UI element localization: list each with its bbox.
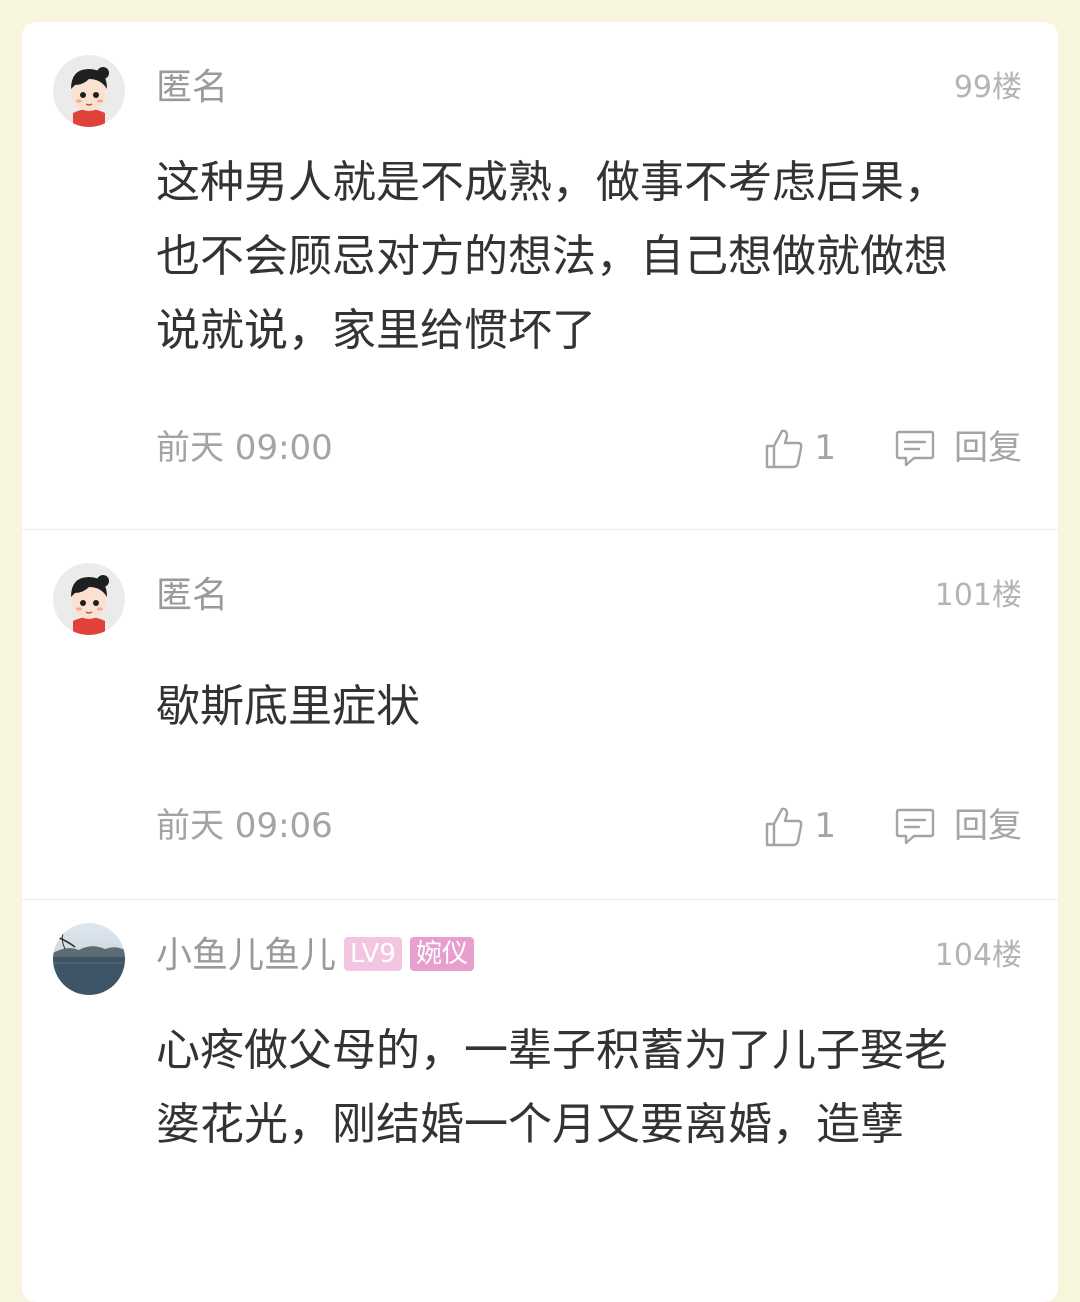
thumbs-up-icon (766, 807, 803, 847)
comment-text: 心疼做父母的，一辈子积蓄为了儿子娶老婆花光，刚结婚一个月又要离婚，造孽 (156, 1025, 948, 1150)
like-count: 1 (814, 806, 836, 846)
username[interactable]: 匿名 (156, 68, 228, 108)
comment-bubble-icon (895, 808, 935, 845)
comment-bubble-icon (895, 430, 935, 467)
reply-button[interactable]: 回复 (894, 804, 1022, 848)
username-row: 小鱼儿鱼儿 LV9 婉仪 (156, 936, 474, 976)
comment-list-card: 匿名 99楼 这种男人就是不成熟，做事不考虑后果，也不会顾忌对方的想法，自己想做… (22, 22, 1058, 1302)
comment-text: 歇斯底里症状 (156, 681, 420, 732)
like-button[interactable]: 1 (764, 426, 836, 470)
comment-meta: 前天 09:00 1 回复 (156, 426, 1022, 470)
comment-time: 前天 09:00 (156, 428, 333, 468)
comment-item: 匿名 101楼 歇斯底里症状 前天 09:06 1 回复 (22, 530, 1058, 900)
floor-number: 99楼 (953, 70, 1022, 105)
title-badge: 婉仪 (409, 937, 474, 971)
username[interactable]: 小鱼儿鱼儿 (156, 935, 336, 976)
user-avatar[interactable] (53, 923, 125, 995)
like-count: 1 (814, 428, 836, 468)
floor-number: 104楼 (934, 938, 1022, 973)
like-button[interactable]: 1 (764, 804, 836, 848)
reply-label: 回复 (954, 806, 1022, 846)
user-avatar[interactable] (53, 55, 125, 127)
comment-time: 前天 09:06 (156, 806, 333, 846)
lake-landscape-avatar-icon (53, 923, 125, 995)
comment-text: 这种男人就是不成熟，做事不考虑后果，也不会顾忌对方的想法，自己想做就做想说就说，… (156, 157, 948, 356)
level-badge: LV9 (344, 937, 402, 971)
user-avatar[interactable] (53, 563, 125, 635)
username[interactable]: 匿名 (156, 576, 228, 616)
cartoon-girl-avatar-icon (53, 55, 125, 127)
comment-meta: 前天 09:06 1 回复 (156, 804, 1022, 848)
cartoon-girl-avatar-icon (53, 563, 125, 635)
comment-item: 匿名 99楼 这种男人就是不成熟，做事不考虑后果，也不会顾忌对方的想法，自己想做… (22, 22, 1058, 530)
reply-label: 回复 (954, 428, 1022, 468)
comment-item: 小鱼儿鱼儿 LV9 婉仪 104楼 心疼做父母的，一辈子积蓄为了儿子娶老婆花光，刚结… (22, 900, 1058, 1300)
thumbs-up-icon (766, 429, 803, 469)
reply-button[interactable]: 回复 (894, 426, 1022, 470)
floor-number: 101楼 (934, 578, 1022, 613)
